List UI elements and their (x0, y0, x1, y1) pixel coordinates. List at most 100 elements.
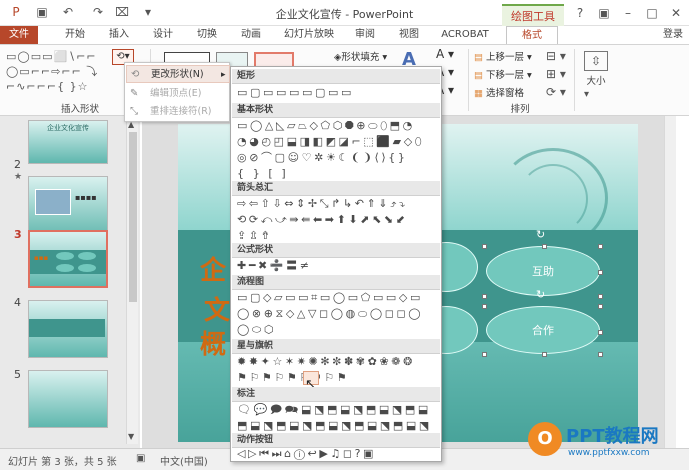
rotation-handle-icon[interactable]: ↻ (536, 288, 545, 301)
thumbnail-ellipse (78, 264, 96, 272)
shape-row[interactable]: ⇪⇫⇮ (237, 229, 437, 243)
shape-row[interactable]: ▭▢◇▱▭▭⌗▭◯▭⬠▭▭◇▭ (237, 291, 437, 305)
tab-home[interactable]: 开始 (60, 26, 90, 44)
title-character[interactable]: 企 (200, 250, 226, 287)
slide-thumbnails-pane: 企业文化宣传 2 ★ ▪▪▪▪ 3 ▪▪▪ 4 5 (0, 116, 140, 448)
change-shape-gallery: 矩形 ▭▢▭▭▭▭▢▭▭ 基本形状 ▭◯△◺▱⏢◇⬠⬡⯃⊕⬭⬯⬒◔ ◔◕◴◰⬓◨… (230, 66, 442, 462)
align-icon[interactable]: ⊟ ▾ (546, 49, 566, 63)
slide-number: 4 (14, 296, 21, 309)
bring-forward-button[interactable]: ▤ 上移一层 ▾ (474, 49, 532, 63)
gallery-category-basic-shapes: 基本形状 (232, 103, 440, 118)
rotation-handle-icon[interactable]: ↻ (536, 228, 545, 241)
shape-fill-label: 形状填充 (341, 52, 380, 63)
edit-shape-dropdown: ⟲ 更改形状(N) ▸ ✎ 编辑顶点(E) ⤡ 重排连接符(R) (124, 62, 230, 122)
tab-view[interactable]: 视图 (394, 26, 424, 44)
selection-handle[interactable] (482, 304, 487, 309)
send-backward-icon: ▤ (474, 70, 486, 81)
reroute-connectors-icon: ⤡ (130, 106, 138, 117)
selection-handle[interactable] (598, 294, 603, 299)
text-fill-icon[interactable]: A ▾ (436, 47, 454, 61)
language-indicator[interactable]: 中文(中国) (160, 453, 208, 468)
slide-thumbnail-active[interactable]: ▪▪▪ (28, 230, 108, 288)
help-button[interactable]: ? (570, 4, 590, 22)
maximize-button[interactable]: □ (642, 4, 662, 22)
slide-number: 2 (14, 158, 21, 171)
menu-item-edit-points[interactable]: ✎ 编辑顶点(E) (126, 85, 230, 103)
gallery-category-flowchart: 流程图 (232, 275, 440, 290)
scroll-down-icon[interactable]: ▼ (128, 432, 134, 441)
selection-handle[interactable] (598, 244, 603, 249)
close-button[interactable]: ✕ (666, 4, 686, 22)
slide-thumbnail[interactable]: ▪▪▪▪ (28, 176, 108, 234)
slide-scrollbar[interactable] (664, 116, 676, 448)
slide-thumbnail[interactable] (28, 370, 108, 428)
tab-review[interactable]: 审阅 (350, 26, 380, 44)
selection-pane-button[interactable]: ▦ 选择窗格 (474, 85, 524, 99)
shapes-quick-gallery[interactable]: ▭◯▭▭⬜∖⌐⌐ ◯▭⌐⌐⇨⌐⌐ ⤵ ⌐∿⌐⌐⌐{ }☆ (6, 49, 114, 95)
send-backward-button[interactable]: ▤ 下移一层 ▾ (474, 67, 532, 81)
shape-row[interactable]: { } [ ] (237, 167, 437, 181)
thumbnail-title-text: 企业文化宣传 (47, 124, 89, 132)
shape-row[interactable]: ◁▷⏮⏭⌂ⓘ↩▶♫◻?▣ (237, 447, 437, 461)
shape-row[interactable]: ▭◯△◺▱⏢◇⬠⬡⯃⊕⬭⬯⬒◔ (237, 119, 437, 133)
thumbnails-scrollbar[interactable]: ▲ ▼ (126, 118, 138, 444)
shape-fill-button[interactable]: ◈形状填充 ▾ (334, 49, 387, 63)
slide-thumbnail[interactable]: 企业文化宣传 (28, 120, 108, 164)
tab-format[interactable]: 格式 (506, 26, 558, 44)
shape-row[interactable]: ⟲⟳⤺⤻⇛⇚⬅➡⬆⬇⬈⬉⬊⬋ (237, 213, 437, 227)
send-backward-label: 下移一层 (486, 70, 525, 81)
tab-design[interactable]: 设计 (148, 26, 178, 44)
title-character[interactable]: 概 (200, 324, 226, 361)
tab-animations[interactable]: 动画 (236, 26, 266, 44)
selection-handle[interactable] (482, 352, 487, 357)
title-bar: P ▣ ↶ ↷ ⌧ ▾ 企业文化宣传 - PowerPoint 绘图工具 ? ▣… (0, 0, 689, 26)
shape-row[interactable]: ▭▢▭▭▭▭▢▭▭ (237, 86, 437, 100)
ribbon-separator (468, 49, 469, 111)
menu-item-reroute-connectors[interactable]: ⤡ 重排连接符(R) (126, 103, 230, 121)
selection-handle[interactable] (598, 352, 603, 357)
selection-handle[interactable] (598, 270, 603, 275)
shape-row[interactable]: ⬒⬓⬔⬒⬓⬔⬒⬓⬔⬒⬓⬔⬒⬓⬔ (237, 419, 437, 433)
group-objects-icon[interactable]: ⊞ ▾ (546, 67, 566, 81)
gallery-category-action-buttons: 动作按钮 (232, 433, 440, 448)
minimize-button[interactable]: – (618, 4, 638, 22)
tab-file[interactable]: 文件 (0, 26, 38, 44)
tab-insert[interactable]: 插入 (104, 26, 134, 44)
login-link[interactable]: 登录 (658, 26, 688, 44)
menu-item-change-shape[interactable]: ⟲ 更改形状(N) ▸ (126, 65, 230, 83)
gallery-category-stars-and-banners: 星与旗帜 (232, 339, 440, 354)
group-label-insert-shapes: 插入形状 (60, 104, 99, 115)
shape-row[interactable]: ◯⊗⊕⧖◇△▽◻◯◍⬭◯◻◻◯ (237, 307, 437, 321)
shape-row[interactable]: ✹✸✦☆✶✷✺✻✼✽✾✿❀❁❂ (237, 355, 437, 369)
selection-handle[interactable] (482, 294, 487, 299)
group-label-arrange: 排列 (510, 104, 530, 115)
rotate-icon[interactable]: ⟳ ▾ (546, 85, 566, 99)
shape-row[interactable]: ✚━✖➗〓≠ (237, 259, 437, 273)
size-button[interactable]: 大小 (580, 73, 612, 87)
shape-row[interactable]: ⚑⚐⚑⚐⚑⚐⚑⚐⚑ (237, 371, 437, 385)
shape-row[interactable]: ◎⊘⌒▢☺♡✲☀☾❨❩⟨⟩{} (237, 151, 437, 165)
shape-row[interactable]: ⇨⇦⇧⇩⇔⇕✢⤡↱↳↶⇑⇓⤴⤵ (237, 197, 437, 211)
scroll-thumb[interactable] (129, 132, 137, 302)
slide-transition-star-icon: ★ (14, 172, 23, 182)
shape-row[interactable]: 🗨💬🗩🗪⬓⬔⬒⬓⬔⬒⬓⬔⬒⬓ (237, 403, 437, 417)
selection-handle[interactable] (598, 304, 603, 309)
shape-row[interactable]: ◔◕◴◰⬓◨◧◩◪⌐⬚⬛▰◇⬯ (237, 135, 437, 149)
tab-acrobat[interactable]: ACROBAT (438, 26, 492, 44)
ellipse-shape-bottom[interactable]: 合作 (486, 306, 600, 354)
tab-transitions[interactable]: 切换 (192, 26, 222, 44)
selection-handle[interactable] (598, 330, 603, 335)
slide-number-active: 3 (14, 228, 22, 241)
selection-handle[interactable] (542, 352, 547, 357)
title-character[interactable]: 文 (204, 290, 230, 327)
shape-row[interactable]: ◯⬭⬡ (237, 323, 437, 337)
size-dropdown-icon[interactable]: ▾ (584, 89, 589, 100)
size-icon[interactable]: ⇳ (584, 51, 608, 71)
tab-slideshow[interactable]: 幻灯片放映 (280, 26, 338, 44)
slide-thumbnail[interactable] (28, 300, 108, 358)
selection-pane-icon: ▦ (474, 88, 486, 99)
selection-handle[interactable] (482, 244, 487, 249)
ribbon-display-options-icon[interactable]: ▣ (594, 4, 614, 22)
notes-language-icon[interactable]: ▣ (136, 453, 145, 464)
selection-handle[interactable] (542, 244, 547, 249)
